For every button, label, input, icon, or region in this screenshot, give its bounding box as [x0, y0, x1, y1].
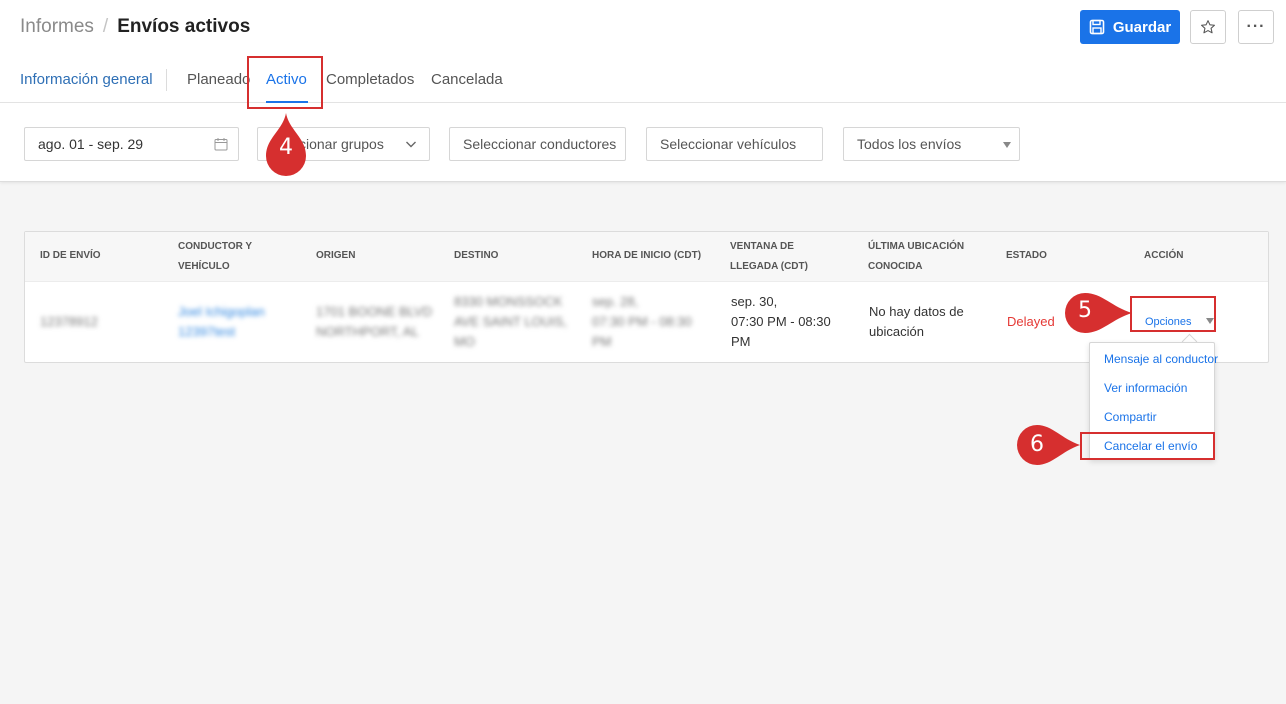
column-header-start-time: HORA DE INICIO (CDT): [592, 250, 702, 261]
menu-item-share[interactable]: Compartir: [1104, 409, 1157, 425]
driver-vehicle-cell[interactable]: Joel Ichigoplan 12397test: [178, 302, 265, 342]
origin-line1: 1701 BOONE BLVD: [316, 304, 433, 319]
date-range-value: ago. 01 - sep. 29: [38, 136, 144, 152]
breadcrumb-parent[interactable]: Informes: [20, 16, 94, 37]
star-icon: [1201, 20, 1215, 34]
save-button-label: Guardar: [1112, 18, 1172, 36]
origin-line2: NORTHPORT, AL: [316, 324, 419, 339]
origin-cell: 1701 BOONE BLVD NORTHPORT, AL: [316, 302, 432, 342]
last-location-line2: ubicación: [869, 324, 924, 339]
save-icon: [1089, 19, 1105, 35]
column-header-action: ACCIÓN: [1144, 250, 1184, 261]
breadcrumb: Informes / Envíos activos: [20, 15, 250, 39]
column-header-driver-line2: VEHÍCULO: [178, 261, 230, 272]
chevron-down-icon: [406, 141, 416, 148]
drivers-select[interactable]: Seleccionar conductores: [449, 127, 626, 161]
highlight-box-cancel: [1080, 432, 1215, 460]
column-header-arrival-window: VENTANA DE LLEGADA (CDT): [730, 237, 808, 277]
drivers-select-placeholder: Seleccionar conductores: [463, 136, 617, 152]
date-range-picker[interactable]: ago. 01 - sep. 29: [24, 127, 239, 161]
column-header-driver: CONDUCTOR Y VEHÍCULO: [178, 237, 252, 277]
groups-select-label: cionar grupos: [299, 136, 384, 152]
vehicle-link[interactable]: 12397test: [178, 324, 235, 339]
destination-line3: MO: [454, 334, 475, 349]
save-button[interactable]: Guardar: [1080, 10, 1180, 44]
highlight-box-options: [1130, 296, 1216, 332]
tab-divider: [166, 69, 167, 91]
arrival-window-cell: sep. 30, 07:30 PM - 08:30 PM: [731, 292, 831, 352]
destination-cell: 8330 MONSSOCK AVE SAINT LOUIS, MO: [454, 292, 567, 352]
step-number-6: 6: [1030, 432, 1044, 457]
calendar-icon: [214, 138, 228, 151]
column-header-location-line1: ÚLTIMA UBICACIÓN: [868, 241, 965, 252]
last-location-line1: No hay datos de: [869, 304, 964, 319]
column-header-status: ESTADO: [1006, 250, 1047, 261]
column-header-id: ID DE ENVÍO: [40, 250, 101, 261]
shipment-id: 12378912: [40, 314, 98, 329]
column-header-last-location: ÚLTIMA UBICACIÓN CONOCIDA: [868, 237, 964, 277]
step-number-4: 4: [279, 135, 293, 160]
dropdown-arrow-icon: [1003, 142, 1011, 148]
tab-completed[interactable]: Completados: [326, 70, 414, 90]
arrival-window-line3: PM: [731, 334, 751, 349]
tab-planned[interactable]: Planeado: [187, 70, 250, 90]
page-title: Envíos activos: [117, 16, 251, 37]
start-time-line1: sep. 28,: [592, 294, 639, 309]
tab-general-info[interactable]: Información general: [20, 70, 153, 90]
table-header: ID DE ENVÍO CONDUCTOR Y VEHÍCULO ORIGEN D…: [25, 232, 1268, 282]
column-header-origin: ORIGEN: [316, 250, 356, 261]
column-header-destination: DESTINO: [454, 250, 499, 261]
column-header-driver-line1: CONDUCTOR Y: [178, 241, 253, 252]
more-options-button[interactable]: ···: [1238, 10, 1274, 44]
vehicles-select[interactable]: Seleccionar vehículos: [646, 127, 823, 161]
start-time-line3: PM: [592, 334, 612, 349]
column-header-window-line1: VENTANA DE: [730, 241, 794, 252]
menu-item-message-driver[interactable]: Mensaje al conductor: [1104, 351, 1218, 367]
page-header: Informes / Envíos activos Guardar ··· Info…: [0, 0, 1286, 182]
more-icon: ···: [1246, 18, 1266, 35]
start-time-line2: 07:30 PM - 08:30: [592, 314, 692, 329]
column-header-location-line2: CONOCIDA: [868, 261, 923, 272]
status-badge: Delayed: [1007, 314, 1055, 329]
arrival-window-line1: sep. 30,: [731, 294, 778, 309]
last-location-cell: No hay datos de ubicación: [869, 302, 964, 342]
start-time-cell: sep. 28, 07:30 PM - 08:30 PM: [592, 292, 692, 352]
destination-line2: AVE SAINT LOUIS,: [454, 314, 567, 329]
breadcrumb-separator: /: [102, 16, 109, 37]
shipments-type-select[interactable]: Todos los envíos: [843, 127, 1020, 161]
driver-name-link[interactable]: Joel Ichigoplan: [178, 304, 265, 319]
menu-item-view-info[interactable]: Ver información: [1104, 380, 1187, 396]
highlight-box-active-tab: [247, 56, 323, 109]
vehicles-select-placeholder: Seleccionar vehículos: [660, 136, 797, 152]
arrival-window-line2: 07:30 PM - 08:30: [731, 314, 831, 329]
step-number-5: 5: [1078, 298, 1092, 323]
shipments-type-value: Todos los envíos: [857, 136, 962, 152]
tab-bar: Información general Planeado Activo Comp…: [0, 60, 1286, 103]
favorite-button[interactable]: [1190, 10, 1226, 44]
column-header-window-line2: LLEGADA (CDT): [730, 261, 808, 272]
destination-line1: 8330 MONSSOCK: [454, 294, 563, 309]
tab-cancelled[interactable]: Cancelada: [431, 70, 503, 90]
